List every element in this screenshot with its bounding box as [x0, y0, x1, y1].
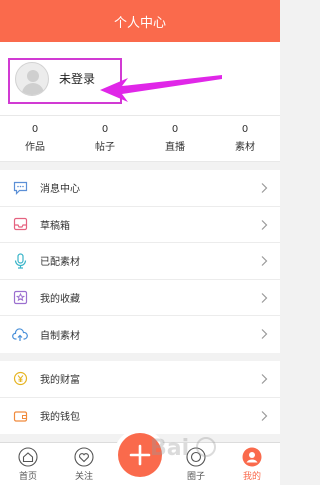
- stat-value: 0: [241, 124, 249, 135]
- menu-item-label: 消息中心: [40, 184, 80, 196]
- chevron-right-icon: [261, 256, 268, 267]
- menu-item-message-center[interactable]: 消息中心: [0, 170, 280, 207]
- profile-icon: [242, 447, 262, 467]
- chevron-right-icon: [261, 183, 268, 193]
- stat-live[interactable]: 0 直播: [140, 116, 210, 161]
- stat-works[interactable]: 0 作品: [0, 116, 70, 161]
- draft-box-icon: [12, 216, 28, 232]
- menu-item-label: 我的财富: [40, 375, 80, 387]
- menu-group-content: 消息中心 草稿箱 已配素材 我的收藏 自制素材: [0, 170, 280, 353]
- menu-item-self-made-materials[interactable]: 自制素材: [0, 316, 280, 353]
- tab-home[interactable]: 首页: [0, 443, 56, 485]
- title-bar: 个人中心: [0, 0, 280, 42]
- stats-bar: 0 作品 0 帖子 0 直播 0 素材: [0, 116, 280, 162]
- menu-item-favorites[interactable]: 我的收藏: [0, 280, 280, 317]
- tab-label: 我的: [242, 472, 261, 482]
- stat-label: 直播: [165, 142, 185, 153]
- create-button[interactable]: [118, 433, 162, 477]
- stat-label: 帖子: [95, 142, 115, 153]
- tab-label: 圈子: [186, 472, 205, 482]
- login-status-text[interactable]: 未登录: [59, 70, 95, 87]
- menu-item-my-wealth[interactable]: 我的财富: [0, 361, 280, 398]
- tab-label: 首页: [18, 472, 37, 482]
- heart-icon: [74, 447, 94, 467]
- menu-item-label: 自制素材: [40, 331, 80, 343]
- stat-materials[interactable]: 0 素材: [210, 116, 280, 161]
- cloud-upload-icon: [12, 327, 28, 343]
- plus-icon: [129, 444, 151, 466]
- stat-label: 作品: [25, 142, 45, 153]
- menu-item-matched-materials[interactable]: 已配素材: [0, 243, 280, 280]
- menu-item-label: 已配素材: [40, 257, 80, 269]
- wallet-icon: [12, 408, 28, 424]
- section-divider: [0, 352, 280, 361]
- stat-value: 0: [31, 124, 39, 135]
- annotation-arrow: [100, 75, 222, 102]
- avatar-head-shape: [27, 69, 39, 82]
- tab-follow[interactable]: 关注: [56, 443, 112, 485]
- avatar-body-shape: [22, 82, 44, 95]
- menu-item-label: 我的收藏: [40, 294, 80, 306]
- menu-item-drafts[interactable]: 草稿箱: [0, 207, 280, 244]
- microphone-icon: [12, 253, 28, 269]
- menu-group-finance: 我的财富 我的钱包: [0, 360, 280, 435]
- circle-icon: [186, 447, 206, 467]
- avatar[interactable]: [15, 61, 49, 96]
- message-icon: [12, 180, 28, 196]
- chevron-right-icon: [261, 219, 268, 230]
- stat-label: 素材: [235, 142, 255, 153]
- chevron-right-icon: [261, 292, 268, 303]
- tab-label: 关注: [74, 472, 93, 482]
- tab-mine[interactable]: 我的: [224, 443, 280, 485]
- menu-item-label: 我的钱包: [40, 412, 80, 424]
- chevron-right-icon: [261, 374, 268, 384]
- chevron-right-icon: [261, 410, 268, 421]
- yuan-coin-icon: [12, 371, 28, 387]
- tab-circle[interactable]: 圈子: [168, 443, 224, 485]
- chevron-right-icon: [261, 329, 268, 340]
- menu-item-my-wallet[interactable]: 我的钱包: [0, 398, 280, 435]
- stat-value: 0: [101, 124, 109, 135]
- stat-posts[interactable]: 0 帖子: [70, 116, 140, 161]
- stat-value: 0: [171, 124, 179, 135]
- star-icon: [12, 290, 28, 306]
- home-icon: [18, 447, 38, 467]
- menu-item-label: 草稿箱: [40, 220, 70, 232]
- page-title: 个人中心: [113, 15, 166, 31]
- profile-page: 个人中心 未登录 0 作品 0 帖子 0 直播 0 素材 消息中心 草稿箱 已配…: [0, 0, 280, 485]
